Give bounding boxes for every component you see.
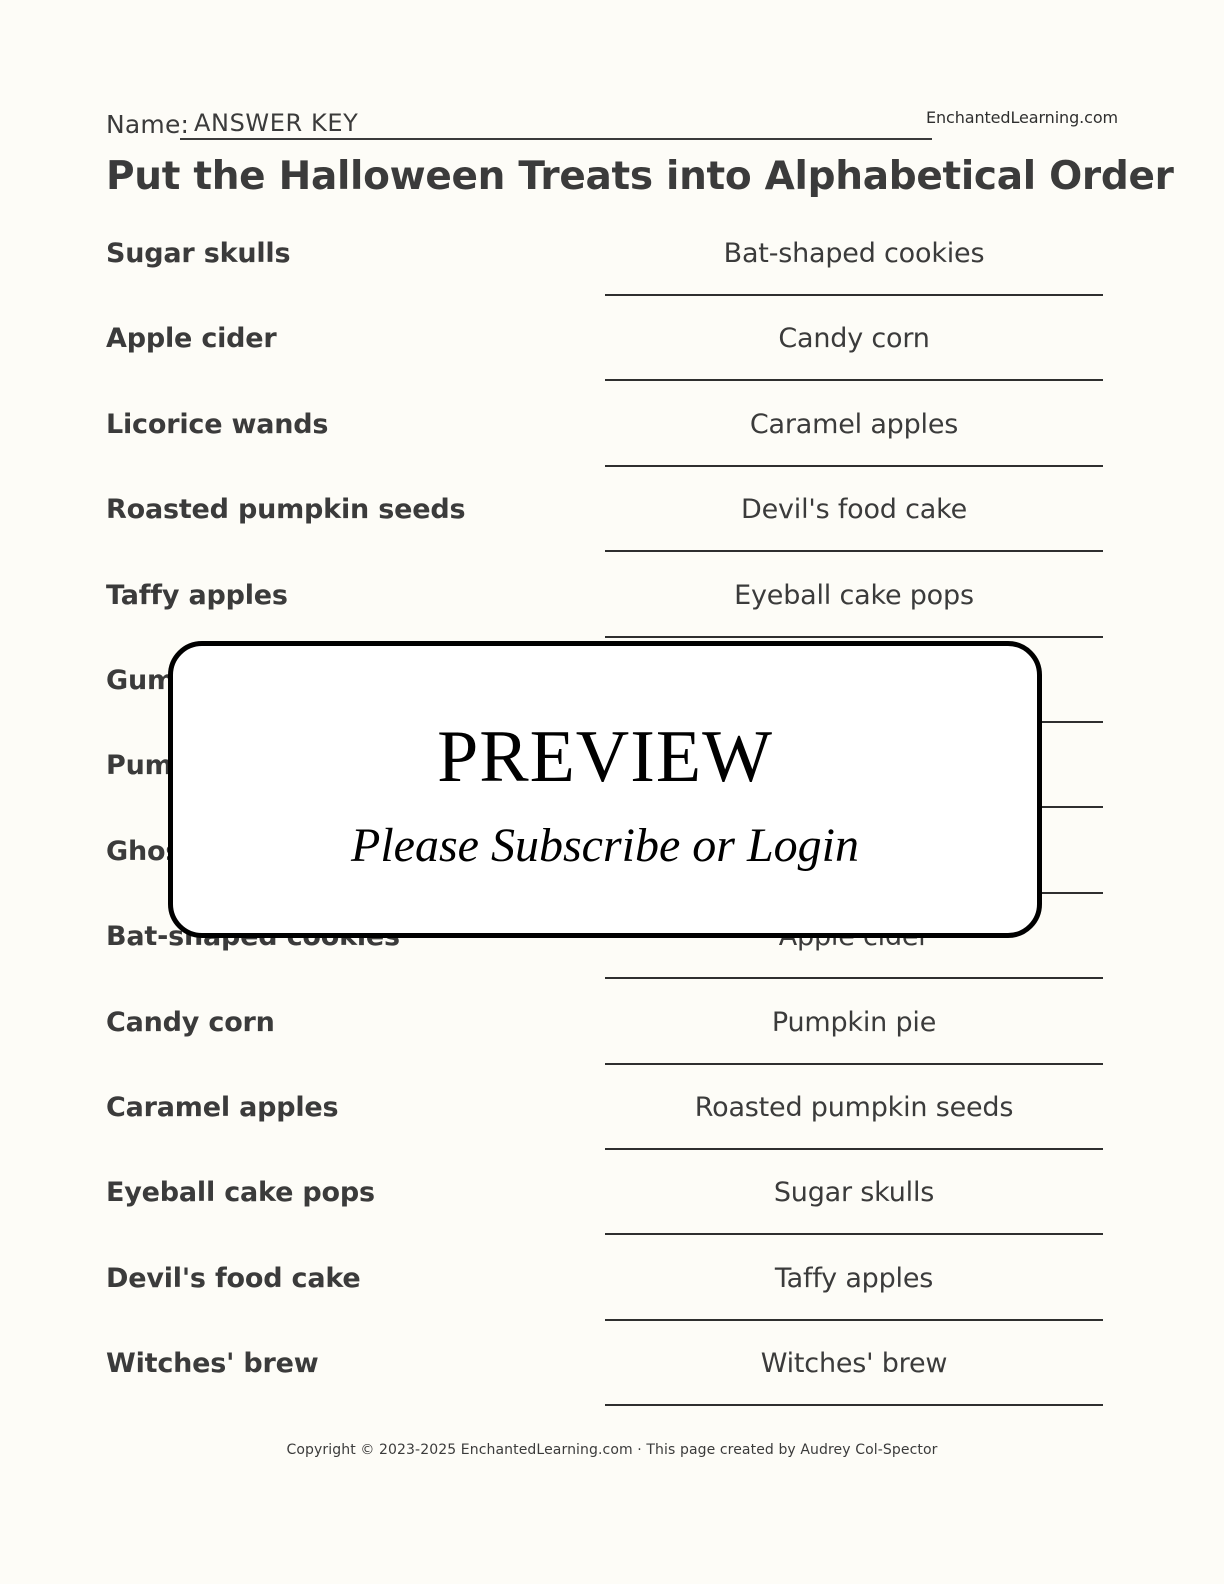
word-bank-item: Sugar skulls [106,238,291,269]
worksheet-row: Devil's food cake Taffy apples [0,1263,1224,1349]
name-label: Name: [106,110,190,139]
worksheet-row: Candy corn Pumpkin pie [0,1007,1224,1093]
word-bank-item: Candy corn [106,1006,275,1038]
worksheet-row: Witches' brew Witches' brew [0,1348,1224,1434]
footer-copyright: Copyright © 2023-2025 EnchantedLearning.… [286,1442,938,1458]
word-bank-item: Licorice wands [106,408,329,440]
name-field[interactable]: ANSWER KEY [180,104,932,140]
preview-title: PREVIEW [437,715,773,798]
worksheet-row: Eyeball cake pops Sugar skulls [0,1177,1224,1263]
answer-text: Devil's food cake [741,494,967,526]
word-bank-item: Eyeball cake pops [106,1177,375,1209]
worksheet-row: Caramel apples Roasted pumpkin seeds [0,1092,1224,1178]
answer-text: Taffy apples [774,1262,934,1294]
worksheet-row: Licorice wands Caramel apples [0,409,1224,495]
answer-blank[interactable]: Eyeball cake pops [605,580,1103,638]
answer-blank[interactable]: Roasted pumpkin seeds [605,1092,1103,1150]
answer-blank[interactable]: Pumpkin pie [605,1007,1103,1065]
preview-subscribe-prompt[interactable]: Please Subscribe or Login [351,821,859,870]
word-bank-item: Apple cider [106,323,277,355]
word-bank-item: Witches' brew [106,1348,319,1380]
worksheet-row: Apple cider Candy corn [0,323,1224,409]
answer-text: Bat-shaped cookies [723,238,985,269]
answer-text: Candy corn [778,323,930,355]
page-title: Put the Halloween Treats into Alphabetic… [106,154,1174,199]
answer-text: Witches' brew [760,1348,948,1380]
answer-blank[interactable]: Devil's food cake [605,494,1103,553]
name-value: ANSWER KEY [194,109,359,137]
worksheet-page: Name: ANSWER KEY EnchantedLearning.com P… [0,0,1224,1584]
word-bank-item: Taffy apples [106,579,288,611]
answer-text: Eyeball cake pops [734,579,974,611]
word-bank-item: Gum [106,665,175,696]
answer-blank[interactable]: Candy corn [605,323,1103,382]
word-bank-item: Devil's food cake [106,1262,361,1294]
answer-text: Sugar skulls [773,1177,935,1209]
word-bank-item: Caramel apples [106,1092,339,1123]
brand-label: EnchantedLearning.com [925,108,1118,127]
worksheet-row: Roasted pumpkin seeds Devil's food cake [0,494,1224,580]
answer-blank[interactable]: Caramel apples [605,409,1103,467]
answer-blank[interactable]: Witches' brew [605,1348,1103,1407]
answer-blank[interactable]: Bat-shaped cookies [605,238,1103,296]
answer-blank[interactable]: Sugar skulls [605,1177,1103,1236]
worksheet-header: Name: ANSWER KEY EnchantedLearning.com [106,104,1118,146]
preview-overlay[interactable]: PREVIEW Please Subscribe or Login [168,641,1042,938]
answer-text: Caramel apples [749,408,959,440]
answer-text: Roasted pumpkin seeds [694,1092,1014,1123]
word-bank-item: Roasted pumpkin seeds [106,494,466,526]
answer-blank[interactable]: Taffy apples [605,1263,1103,1321]
answer-text: Pumpkin pie [771,1006,937,1038]
worksheet-row: Sugar skulls Bat-shaped cookies [0,238,1224,324]
